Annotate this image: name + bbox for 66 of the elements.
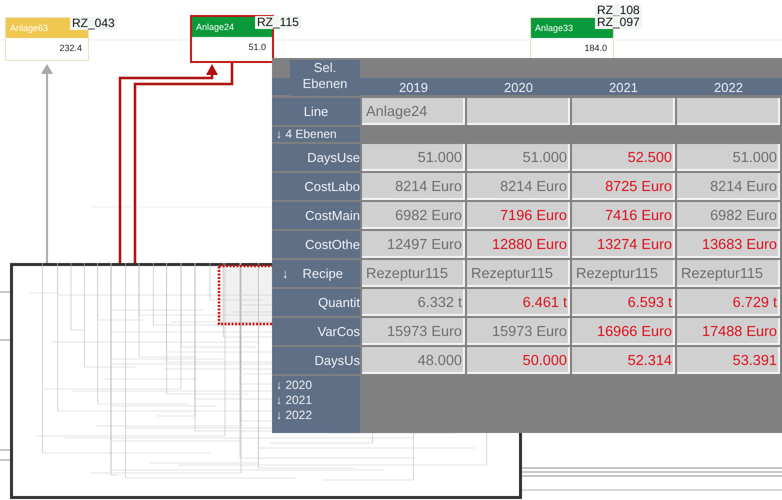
year-header: 2019 — [398, 79, 429, 96]
year-toggle[interactable]: ↓ 2020 — [276, 378, 360, 393]
node-title: Anlage33 — [535, 23, 574, 33]
value-cell: 13683 Euro — [677, 231, 780, 258]
value-cell: 7196 Euro — [467, 202, 570, 229]
year-header: 2020 — [503, 79, 534, 96]
year-toggle[interactable]: ↓ 2021 — [276, 393, 360, 408]
value-cell: 8214 Euro — [677, 173, 780, 200]
value-cell: 6982 Euro — [677, 202, 780, 229]
row-label: DaysUse — [272, 144, 360, 171]
node-value: 51.0 — [248, 42, 266, 52]
node-tag: RZ_043 — [70, 17, 117, 30]
value-cell: 53.391 — [677, 347, 780, 374]
value-cell: 51.000 — [677, 144, 780, 171]
row-label[interactable]: ↓ Recipe — [272, 260, 360, 287]
value-cell: Rezeptur115 — [362, 260, 465, 287]
header-label: Sel. Ebenen — [290, 60, 360, 96]
row-label: Quantit — [272, 289, 360, 316]
value-cell: 6.332 t — [362, 289, 465, 316]
value-cell: 16966 Euro — [572, 318, 675, 345]
value-cell: 50.000 — [467, 347, 570, 374]
value-cell: 8214 Euro — [362, 173, 465, 200]
node-value: 184.0 — [584, 43, 607, 53]
year-toggle[interactable]: ↓ 2022 — [276, 408, 360, 423]
value-cell: 6982 Euro — [362, 202, 465, 229]
empty-cell[interactable] — [677, 98, 780, 125]
value-cell: 6.729 t — [677, 289, 780, 316]
value-cell: 12497 Euro — [362, 231, 465, 258]
node-value: 232.4 — [59, 43, 82, 53]
value-cell: Rezeptur115 — [572, 260, 675, 287]
row-label: DaysUs — [272, 347, 360, 374]
empty-cell[interactable] — [572, 98, 675, 125]
value-cell: Rezeptur115 — [467, 260, 570, 287]
value-cell: 8214 Euro — [467, 173, 570, 200]
node-tag: RZ_115 — [255, 16, 301, 29]
node-tag: RZ_097 — [595, 16, 642, 29]
row-label: CostLabo — [272, 173, 360, 200]
value-cell: 51.000 — [467, 144, 570, 171]
value-cell: 6.593 t — [572, 289, 675, 316]
value-cell: 15973 Euro — [467, 318, 570, 345]
row-label: CostOthe — [272, 231, 360, 258]
value-cell: Rezeptur115 — [677, 260, 780, 287]
value-cell: 15973 Euro — [362, 318, 465, 345]
node-title: Anlage63 — [10, 23, 48, 33]
row-label: Line — [272, 98, 360, 125]
value-cell: 7416 Euro — [572, 202, 675, 229]
row-label: VarCos — [272, 318, 360, 345]
year-header: 2022 — [713, 79, 744, 96]
value-cell: 17488 Euro — [677, 318, 780, 345]
value-cell: 51.000 — [362, 144, 465, 171]
expand-marker[interactable]: ↓ — [282, 266, 288, 281]
line-value-cell[interactable]: Anlage24 — [362, 98, 465, 125]
empty-cell[interactable] — [467, 98, 570, 125]
year-header: 2021 — [608, 79, 639, 96]
node-title: Anlage24 — [196, 22, 234, 32]
node-tag: RZ_108 — [595, 4, 642, 17]
value-cell: 52.500 — [572, 144, 675, 171]
value-cell: 52.314 — [572, 347, 675, 374]
row-label: CostMain — [272, 202, 360, 229]
value-cell: 12880 Euro — [467, 231, 570, 258]
value-cell: 6.461 t — [467, 289, 570, 316]
value-cell: 48.000 — [362, 347, 465, 374]
group-label: Recipe — [302, 266, 343, 281]
section-toggle[interactable]: ↓ 4 Ebenen — [272, 127, 360, 142]
value-cell: 8725 Euro — [572, 173, 675, 200]
value-cell: 13274 Euro — [572, 231, 675, 258]
